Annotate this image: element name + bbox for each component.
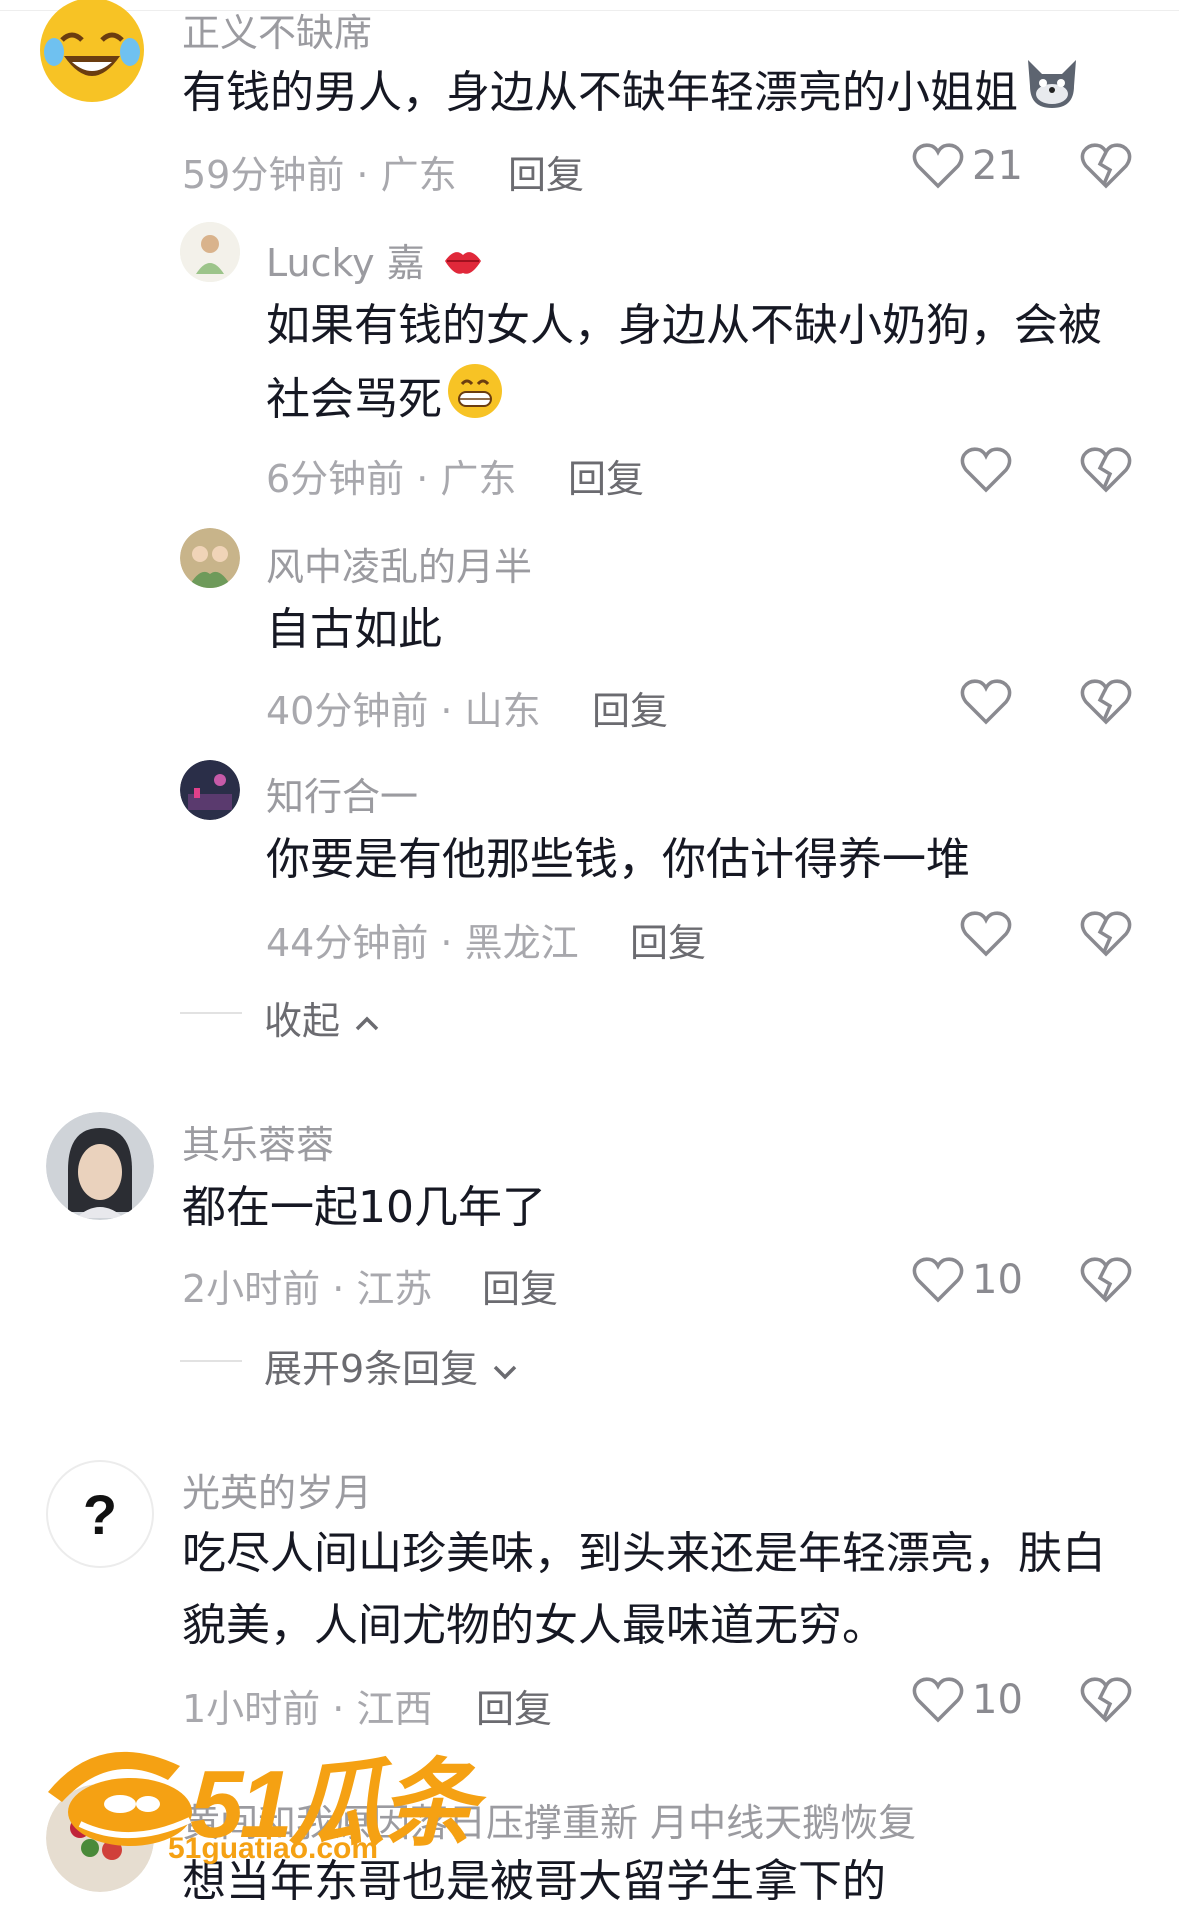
reply-button[interactable]: 回复 xyxy=(508,144,584,199)
username[interactable]: 风中凌乱的月半 xyxy=(266,536,532,591)
comment-meta: 6分钟前 · 广东 xyxy=(266,457,517,501)
avatar[interactable] xyxy=(180,528,240,588)
reply-button[interactable]: 回复 xyxy=(592,680,668,735)
watermark-url: 51guatiao.com xyxy=(168,1832,379,1865)
top-divider xyxy=(0,10,1179,11)
username-text: Lucky 嘉 xyxy=(266,241,425,285)
username[interactable]: 光英的岁月 xyxy=(182,1462,372,1517)
expand-replies-button[interactable]: 展开9条回复 xyxy=(264,1338,520,1393)
like-count: 10 xyxy=(972,1257,1023,1303)
avatar[interactable] xyxy=(180,222,240,282)
heart-icon xyxy=(960,679,1012,725)
comment-text-content: 有钱的男人，身边从不缺年轻漂亮的小姐姐 xyxy=(182,67,1018,118)
expand-label: 展开9条回复 xyxy=(264,1347,479,1391)
reply-button[interactable]: 回复 xyxy=(482,1258,558,1313)
reply-button[interactable]: 回复 xyxy=(630,912,706,967)
like-button[interactable] xyxy=(960,906,1012,962)
like-button[interactable]: 21 xyxy=(912,138,1023,194)
heart-icon xyxy=(912,1257,964,1303)
comment-meta: 59分钟前 · 广东 xyxy=(182,153,457,197)
broken-heart-icon[interactable] xyxy=(1080,676,1132,728)
username[interactable]: 其乐蓉蓉 xyxy=(182,1114,334,1169)
comment-meta: 40分钟前 · 山东 xyxy=(266,689,541,733)
avatar[interactable]: ? xyxy=(46,1460,154,1568)
laughing-crying-emoji-icon xyxy=(40,0,144,102)
comment-text-line: 吃尽人间山珍美味，到头来还是年轻漂亮，肤白 xyxy=(182,1528,1106,1579)
heart-icon xyxy=(960,447,1012,493)
heart-icon xyxy=(912,1677,964,1723)
comment-meta: 44分钟前 · 黑龙江 xyxy=(266,921,579,965)
question-mark-icon: ? xyxy=(82,1482,118,1546)
comment-text: 自古如此 xyxy=(266,604,442,655)
like-count: 21 xyxy=(972,143,1023,189)
heart-icon xyxy=(960,911,1012,957)
comment-text-line2: 社会骂死 xyxy=(266,374,442,425)
broken-heart-icon[interactable] xyxy=(1080,908,1132,960)
broken-heart-icon[interactable] xyxy=(1080,140,1132,192)
comment-text: 都在一起10几年了 xyxy=(182,1182,546,1233)
collapse-replies-button[interactable]: 收起 xyxy=(264,990,382,1045)
broken-heart-icon[interactable] xyxy=(1080,1674,1132,1726)
username[interactable]: 正义不缺席 xyxy=(182,2,372,57)
like-button[interactable]: 10 xyxy=(912,1672,1023,1728)
comment-meta: 2小时前 · 江苏 xyxy=(182,1267,433,1311)
like-button[interactable] xyxy=(960,442,1012,498)
broken-heart-icon[interactable] xyxy=(1080,1254,1132,1306)
comment-text-line: 貌美，人间尤物的女人最味道无穷。 xyxy=(182,1600,886,1651)
broken-heart-icon[interactable] xyxy=(1080,444,1132,496)
comment-text: 吃尽人间山珍美味，到头来还是年轻漂亮，肤白 貌美，人间尤物的女人最味道无穷。 xyxy=(182,1518,1106,1662)
like-count: 10 xyxy=(972,1677,1023,1723)
reply-button[interactable]: 回复 xyxy=(476,1678,552,1733)
comment-text-line: 社会骂死 xyxy=(266,362,1102,442)
toggle-divider xyxy=(180,1012,242,1014)
reply-button[interactable]: 回复 xyxy=(568,448,644,503)
comment-text-line: 如果有钱的女人，身边从不缺小奶狗，会被 xyxy=(266,300,1102,351)
avatar[interactable] xyxy=(180,760,240,820)
chevron-down-icon xyxy=(494,1365,517,1379)
avatar[interactable] xyxy=(38,0,146,104)
heart-icon xyxy=(912,143,964,189)
username[interactable]: 知行合一 xyxy=(266,766,418,821)
comment-text: 有钱的男人，身边从不缺年轻漂亮的小姐姐 xyxy=(182,56,1082,134)
avatar[interactable] xyxy=(46,1112,154,1220)
collapse-label: 收起 xyxy=(264,999,341,1043)
wolf-emoji-icon xyxy=(1022,56,1082,134)
grin-emoji-icon xyxy=(446,362,504,442)
toggle-divider xyxy=(180,1360,242,1362)
username[interactable]: Lucky 嘉 xyxy=(266,232,485,290)
comment-text: 如果有钱的女人，身边从不缺小奶狗，会被 社会骂死 xyxy=(266,290,1102,442)
watermark-logo: 51瓜条 51guatiao.com xyxy=(40,1720,477,1870)
like-button[interactable] xyxy=(960,674,1012,730)
comment-text: 你要是有他那些钱，你估计得养一堆 xyxy=(266,834,970,885)
chevron-up-icon xyxy=(355,1016,379,1030)
like-button[interactable]: 10 xyxy=(912,1252,1023,1308)
lips-emoji-icon xyxy=(441,241,485,290)
